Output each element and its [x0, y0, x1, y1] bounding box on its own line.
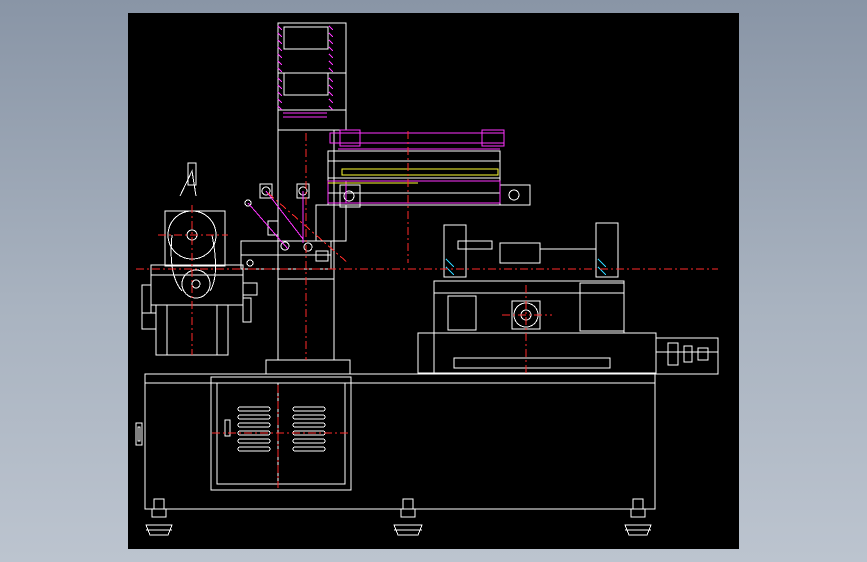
machine-elevation-drawing [135, 22, 719, 536]
leveling-foot-middle [393, 498, 423, 536]
work-table [417, 280, 657, 374]
wire-drum-housing [141, 162, 258, 356]
leveling-foot-right [624, 498, 652, 536]
vent-slots-right [292, 406, 326, 452]
z-axis-highlight [327, 129, 505, 204]
leveling-foot-left [145, 498, 173, 536]
cad-viewer-window [0, 0, 867, 562]
wire-path [247, 190, 304, 250]
base-cabinet [135, 373, 656, 510]
upper-arm-assembly [315, 150, 531, 242]
drawing-canvas[interactable] [128, 13, 739, 549]
wire-feed-arm [240, 183, 332, 270]
centerlines [136, 131, 718, 488]
table-fixture-hatch [445, 258, 607, 276]
x-axis-motor [655, 337, 719, 375]
vent-slots-left [237, 406, 271, 452]
column-hatching [277, 25, 334, 118]
